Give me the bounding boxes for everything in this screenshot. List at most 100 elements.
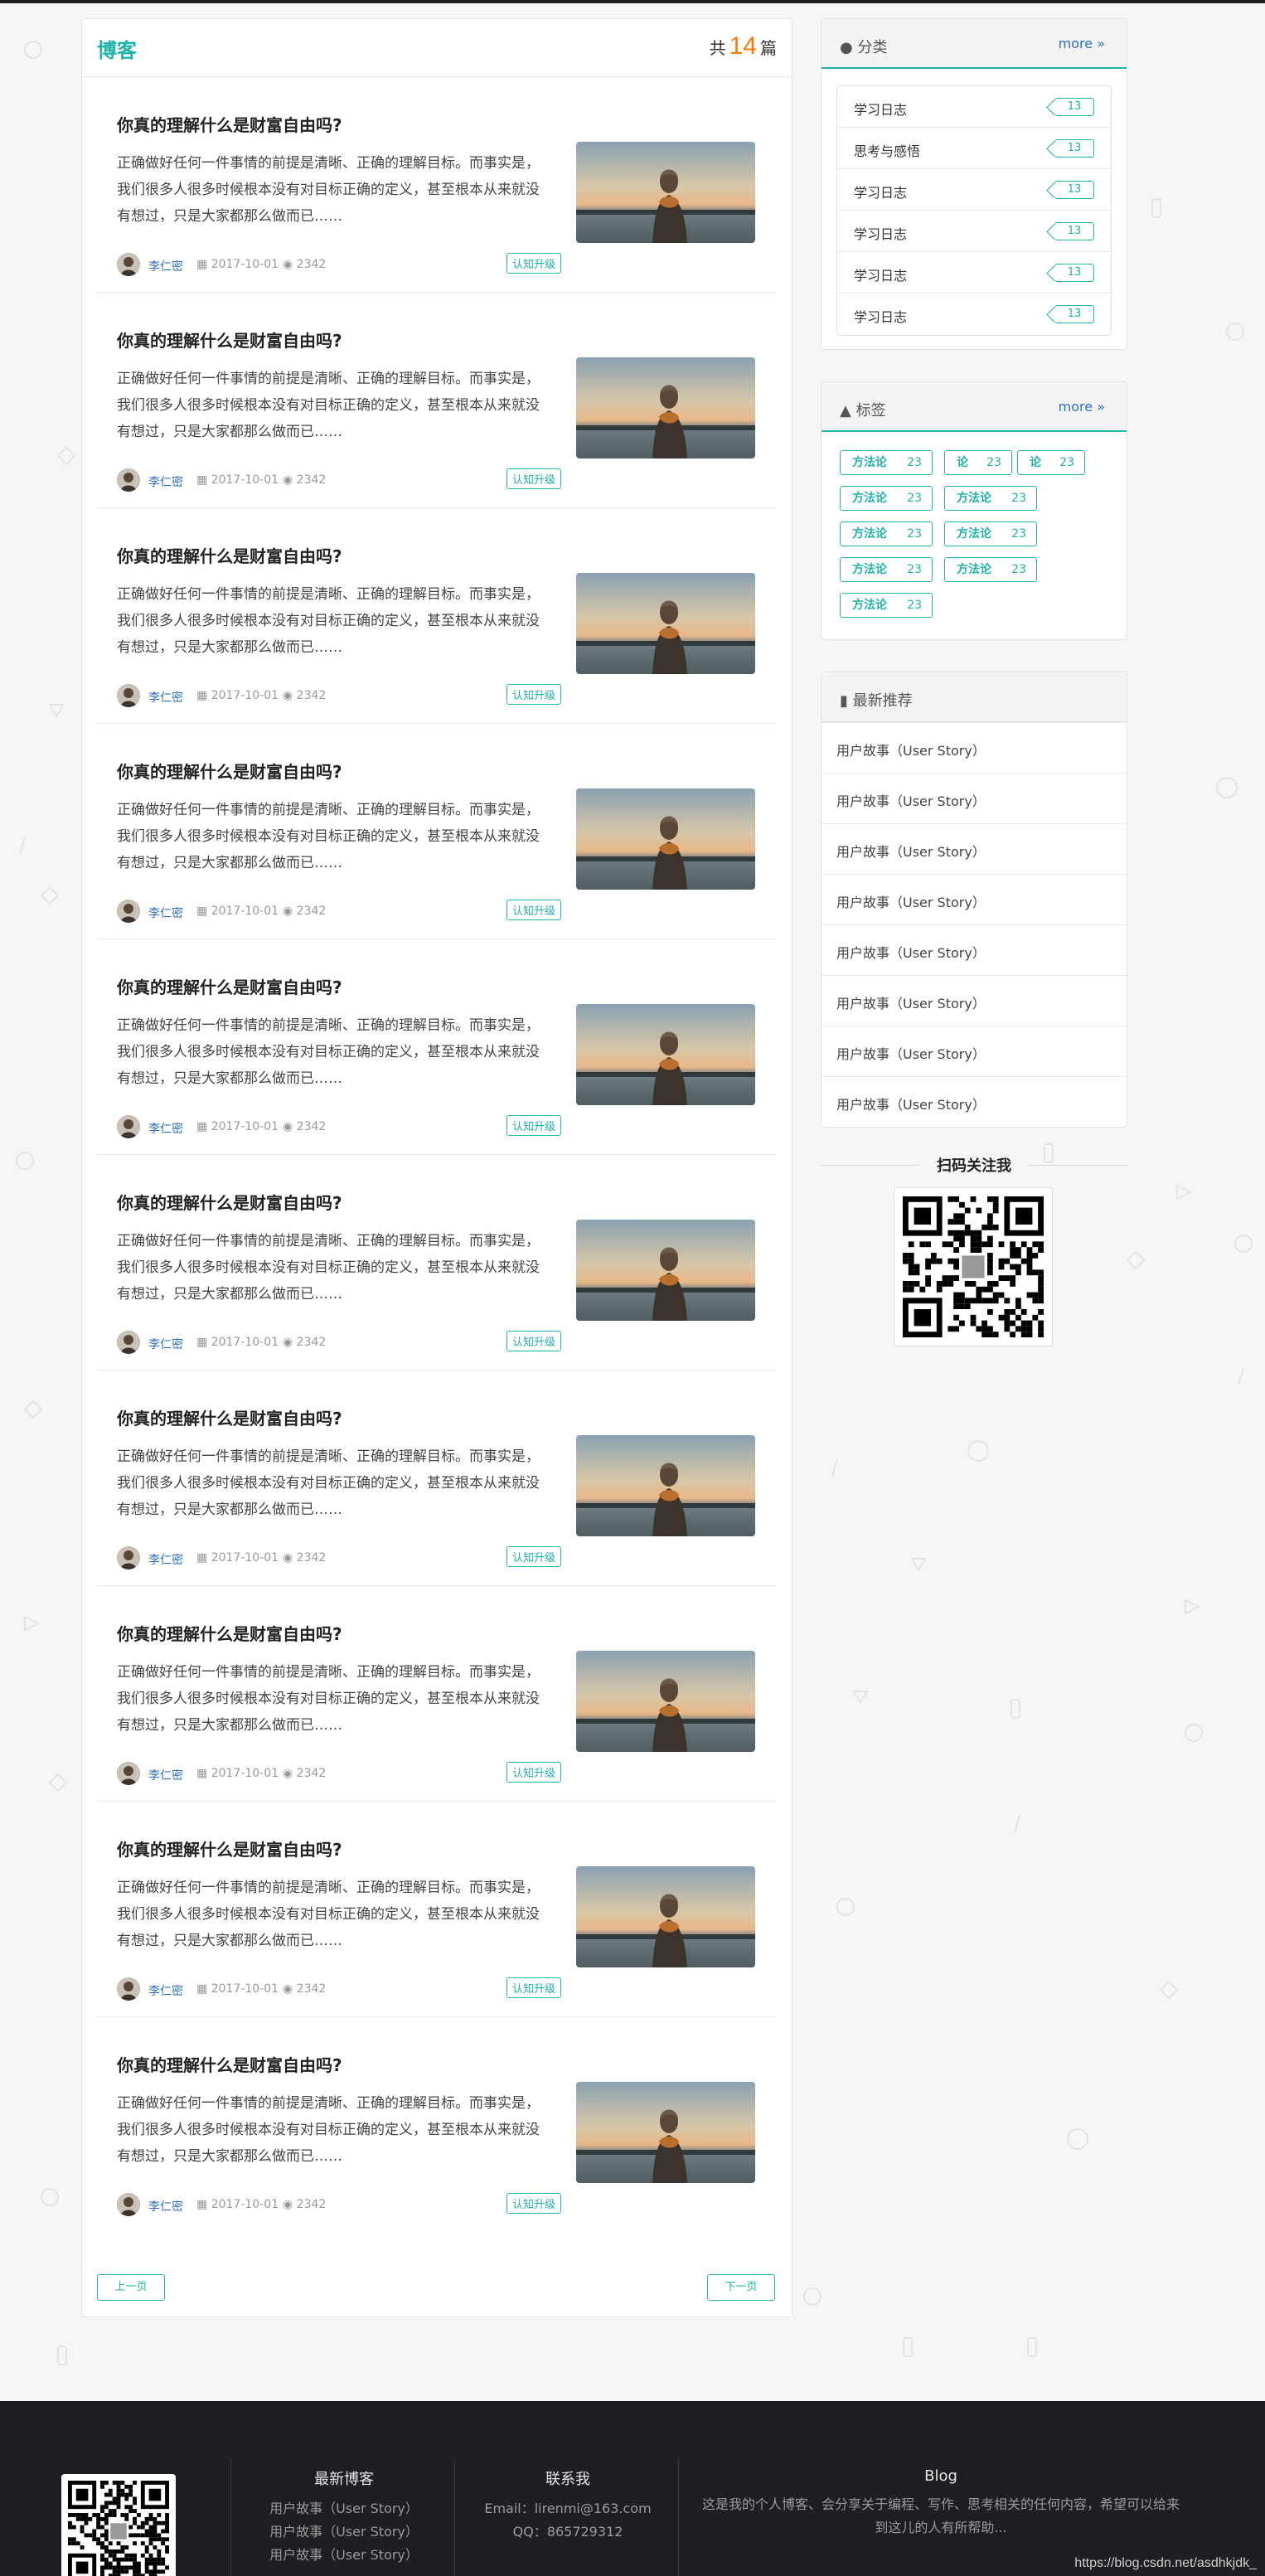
post-title[interactable]: 你真的理解什么是财富自由吗? <box>117 543 342 567</box>
post-author[interactable]: 李仁密 <box>148 473 183 490</box>
post-thumbnail[interactable] <box>576 1866 755 1967</box>
post-card[interactable]: 你真的理解什么是财富自由吗? 正确做好任何一件事情的前提是清晰、正确的理解目标。… <box>97 508 777 724</box>
post-title[interactable]: 你真的理解什么是财富自由吗? <box>117 327 342 352</box>
footer-qq: QQ：865729312 <box>512 2524 623 2540</box>
post-title[interactable]: 你真的理解什么是财富自由吗? <box>117 974 342 998</box>
next-page-button[interactable]: 下一页 <box>707 2274 775 2301</box>
post-card[interactable]: 你真的理解什么是财富自由吗? 正确做好任何一件事情的前提是清晰、正确的理解目标。… <box>97 293 777 508</box>
post-tag[interactable]: 认知升级 <box>506 468 561 489</box>
post-thumbnail[interactable] <box>576 1651 755 1752</box>
post-thumbnail[interactable] <box>576 573 755 674</box>
post-tag[interactable]: 认知升级 <box>506 900 561 920</box>
post-title[interactable]: 你真的理解什么是财富自由吗? <box>117 1405 342 1429</box>
category-item[interactable]: 学习日志 13 <box>837 293 1111 335</box>
post-title[interactable]: 你真的理解什么是财富自由吗? <box>117 112 342 136</box>
post-tag[interactable]: 认知升级 <box>506 2193 561 2214</box>
calendar-icon: ▦ <box>196 1767 208 1780</box>
recommend-item[interactable]: 用户故事（User Story） <box>822 722 1127 773</box>
tag-item[interactable]: 方法论 23 <box>944 486 1037 511</box>
post-card[interactable]: 你真的理解什么是财富自由吗? 正确做好任何一件事情的前提是清晰、正确的理解目标。… <box>97 1802 777 2017</box>
post-author[interactable]: 李仁密 <box>148 1120 183 1137</box>
tag-count: 23 <box>907 492 922 505</box>
post-tag[interactable]: 认知升级 <box>506 1762 561 1783</box>
footer-latest-item[interactable]: 用户故事（User Story） <box>232 2520 456 2544</box>
post-summary: 正确做好任何一件事情的前提是清晰、正确的理解目标。而事实是，我们很多人很多时候根… <box>117 2095 540 2165</box>
post-author[interactable]: 李仁密 <box>148 2198 183 2215</box>
post-thumbnail[interactable] <box>576 1004 755 1105</box>
post-tag[interactable]: 认知升级 <box>506 1546 561 1567</box>
categories-more-text: more <box>1058 36 1093 51</box>
post-title[interactable]: 你真的理解什么是财富自由吗? <box>117 759 342 783</box>
tag-item[interactable]: 论 23 <box>944 450 1012 475</box>
post-date-text: 2017-10-01 <box>211 1551 279 1565</box>
post-summary: 正确做好任何一件事情的前提是清晰、正确的理解目标。而事实是，我们很多人很多时候根… <box>117 802 540 871</box>
tag-item[interactable]: 方法论 23 <box>840 486 933 511</box>
post-summary: 正确做好任何一件事情的前提是清晰、正确的理解目标。而事实是，我们很多人很多时候根… <box>117 586 540 656</box>
recommend-item[interactable]: 用户故事（User Story） <box>822 773 1127 823</box>
post-card[interactable]: 你真的理解什么是财富自由吗? 正确做好任何一件事情的前提是清晰、正确的理解目标。… <box>97 939 777 1155</box>
tag-item[interactable]: 论 23 <box>1017 450 1085 475</box>
tag-item[interactable]: 方法论 23 <box>840 522 933 546</box>
double-chevron-right-icon: » <box>1097 36 1105 51</box>
recommend-item[interactable]: 用户故事（User Story） <box>822 975 1127 1026</box>
post-thumbnail[interactable] <box>576 788 755 890</box>
post-author[interactable]: 李仁密 <box>148 1767 183 1783</box>
post-title[interactable]: 你真的理解什么是财富自由吗? <box>117 1621 342 1645</box>
recommend-item[interactable]: 用户故事（User Story） <box>822 874 1127 924</box>
post-card[interactable]: 你真的理解什么是财富自由吗? 正确做好任何一件事情的前提是清晰、正确的理解目标。… <box>97 1155 777 1370</box>
tag-item[interactable]: 方法论 23 <box>840 557 933 582</box>
recommend-item[interactable]: 用户故事（User Story） <box>822 823 1127 874</box>
post-author[interactable]: 李仁密 <box>148 1336 183 1352</box>
tag-item[interactable]: 方法论 23 <box>944 557 1037 582</box>
footer-latest-title: 最新博客 <box>314 2471 374 2488</box>
calendar-icon: ▦ <box>196 1551 208 1565</box>
tags-more-link[interactable]: more » <box>1059 399 1105 415</box>
category-item[interactable]: 思考与感悟 13 <box>837 128 1111 169</box>
tag-item[interactable]: 方法论 23 <box>840 450 933 475</box>
post-tag[interactable]: 认知升级 <box>506 1331 561 1351</box>
post-author[interactable]: 李仁密 <box>148 1551 183 1568</box>
post-card[interactable]: 你真的理解什么是财富自由吗? 正确做好任何一件事情的前提是清晰、正确的理解目标。… <box>97 1370 777 1586</box>
post-tag[interactable]: 认知升级 <box>506 253 561 274</box>
footer-latest-item[interactable]: 用户故事（User Story） <box>232 2497 456 2520</box>
post-card[interactable]: 你真的理解什么是财富自由吗? 正确做好任何一件事情的前提是清晰、正确的理解目标。… <box>97 77 777 293</box>
post-title[interactable]: 你真的理解什么是财富自由吗? <box>117 1190 342 1214</box>
recommend-label: 用户故事（User Story） <box>836 895 986 910</box>
recommend-item[interactable]: 用户故事（User Story） <box>822 924 1127 975</box>
category-item[interactable]: 学习日志 13 <box>837 86 1111 128</box>
post-author[interactable]: 李仁密 <box>148 905 183 921</box>
recommend-item[interactable]: 用户故事（User Story） <box>822 1076 1127 1127</box>
post-meta: 李仁密 ▦ 2017-10-01 ◉ 2342 认知升级 <box>117 253 561 276</box>
recommend-item[interactable]: 用户故事（User Story） <box>822 1026 1127 1076</box>
category-item[interactable]: 学习日志 13 <box>837 252 1111 293</box>
categories-more-link[interactable]: more » <box>1059 36 1105 51</box>
category-item[interactable]: 学习日志 13 <box>837 211 1111 252</box>
post-meta: 李仁密 ▦ 2017-10-01 ◉ 2342 认知升级 <box>117 1546 561 1569</box>
post-title[interactable]: 你真的理解什么是财富自由吗? <box>117 1836 342 1860</box>
post-title[interactable]: 你真的理解什么是财富自由吗? <box>117 2052 342 2076</box>
category-item[interactable]: 学习日志 13 <box>837 169 1111 211</box>
post-thumbnail[interactable] <box>576 357 755 458</box>
post-card[interactable]: 你真的理解什么是财富自由吗? 正确做好任何一件事情的前提是清晰、正确的理解目标。… <box>97 1586 777 1802</box>
post-tag[interactable]: 认知升级 <box>506 684 561 705</box>
prev-page-button[interactable]: 上一页 <box>97 2274 165 2301</box>
post-tag[interactable]: 认知升级 <box>506 1977 561 1998</box>
post-thumbnail[interactable] <box>576 1435 755 1536</box>
post-views: ◉ 2342 <box>283 258 326 271</box>
post-author[interactable]: 李仁密 <box>148 1982 183 1999</box>
post-author[interactable]: 李仁密 <box>148 689 183 706</box>
tag-item[interactable]: 方法论 23 <box>944 522 1037 546</box>
footer-latest-item[interactable]: 用户故事（User Story） <box>232 2544 456 2567</box>
post-views-text: 2342 <box>296 1551 327 1565</box>
qr-title: 扫码关注我 <box>937 1157 1011 1175</box>
recommend-label: 用户故事（User Story） <box>836 996 986 1011</box>
post-card[interactable]: 你真的理解什么是财富自由吗? 正确做好任何一件事情的前提是清晰、正确的理解目标。… <box>97 724 777 939</box>
post-thumbnail[interactable] <box>576 2082 755 2183</box>
post-card[interactable]: 你真的理解什么是财富自由吗? 正确做好任何一件事情的前提是清晰、正确的理解目标。… <box>97 2017 777 2233</box>
post-tag[interactable]: 认知升级 <box>506 1115 561 1136</box>
post-thumbnail[interactable] <box>576 142 755 243</box>
post-thumbnail[interactable] <box>576 1220 755 1321</box>
footer-email: Email：lirenmi@163.com <box>484 2501 652 2516</box>
tag-item[interactable]: 方法论 23 <box>840 593 933 618</box>
post-author[interactable]: 李仁密 <box>148 258 183 274</box>
